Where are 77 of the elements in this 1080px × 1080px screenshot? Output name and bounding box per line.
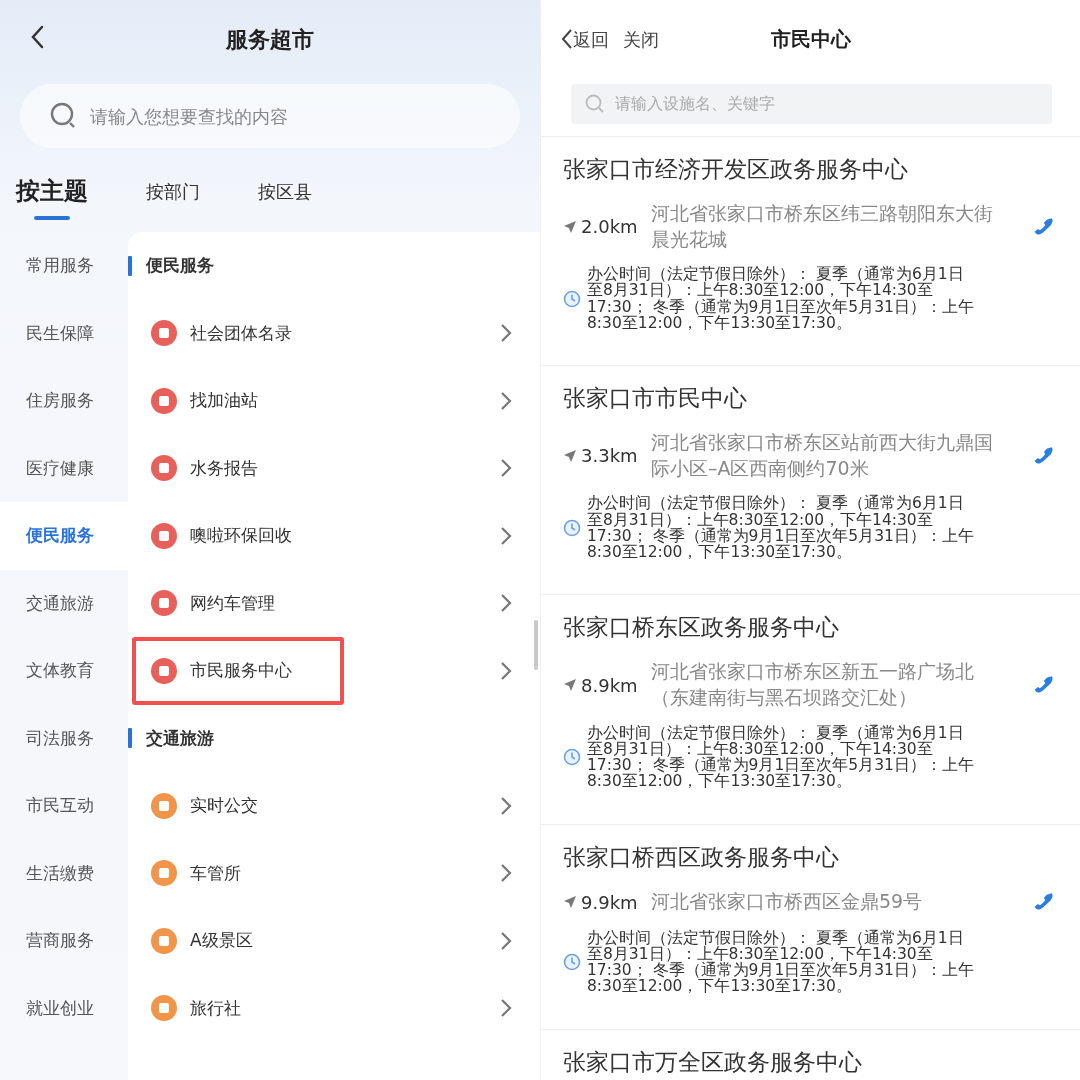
sidebar-item[interactable]: 文体教育 bbox=[0, 637, 128, 705]
distance-text: 3.3km bbox=[581, 444, 639, 469]
chevron-icon bbox=[500, 323, 512, 344]
page-title: 市民中心 bbox=[770, 27, 851, 51]
service-item[interactable]: 车管所 bbox=[128, 839, 540, 907]
sidebar-item[interactable]: 常用服务 bbox=[0, 232, 128, 300]
service-item[interactable]: 市民服务中心 bbox=[132, 637, 344, 705]
clock-icon bbox=[563, 289, 581, 308]
address-text: 河北省张家口市桥西区金鼎59号 bbox=[651, 889, 924, 915]
sidebar-item[interactable]: 生活缴费 bbox=[0, 839, 128, 907]
sidebar-item[interactable]: 便民服务 bbox=[0, 502, 128, 570]
address-text: 河北省张家口市桥东区纬三路朝阳东大街晨光花城 bbox=[651, 200, 994, 252]
service-item[interactable]: 网约车管理 bbox=[128, 569, 540, 637]
place-name[interactable]: 张家口市市民中心 bbox=[563, 384, 1056, 415]
office-hours-text: 办公时间（法定节假日除外）： 夏季（通常为6月1日至8月31日）：上午8:30至12:00，下午14:30至17:30； 冬季（通常为9月1日至次年5月31日）：上午8:30至12:00，下午13:30至17:30。 bbox=[587, 929, 975, 995]
tab[interactable]: 按区县 bbox=[258, 170, 312, 220]
section-marker bbox=[128, 255, 132, 276]
scrollbar bbox=[534, 620, 538, 670]
office-hours-text: 办公时间（法定节假日除外）： 夏季（通常为6月1日至8月31日）：上午8:30至12:00，下午14:30至17:30； 冬季（通常为9月1日至次年5月31日）：上午8:30至12:00，下午13:30至17:30。 bbox=[587, 266, 975, 332]
chevron-icon bbox=[500, 863, 512, 884]
back-button[interactable] bbox=[30, 24, 44, 49]
search-icon bbox=[585, 94, 605, 114]
office-hours-text: 办公时间（法定节假日除外）： 夏季（通常为6月1日至8月31日）：上午8:30至12:00，下午14:30至17:30； 冬季（通常为9月1日至次年5月31日）：上午8:30至12:00，下午13:30至17:30。 bbox=[587, 724, 975, 790]
back-link[interactable]: 返回 bbox=[561, 25, 609, 53]
chevron-icon bbox=[500, 930, 512, 951]
distance-text: 2.0km bbox=[581, 215, 639, 240]
back-icon bbox=[561, 28, 573, 50]
address-text: 河北省张家口市桥东区新五一路广场北（东建南街与黑石坝路交汇处） bbox=[651, 659, 975, 710]
distance-text: 9.9km bbox=[581, 890, 639, 915]
location-arrow-icon bbox=[563, 219, 577, 234]
service-item[interactable]: 旅行社 bbox=[128, 974, 540, 1042]
sidebar-item[interactable]: 司法服务 bbox=[0, 704, 128, 772]
section-marker bbox=[128, 728, 132, 749]
chevron-icon bbox=[500, 525, 512, 546]
search-bar[interactable]: 请输入设施名、关键字 bbox=[571, 84, 1052, 124]
close-link[interactable]: 关闭 bbox=[623, 25, 659, 53]
sidebar-item[interactable]: 医疗健康 bbox=[0, 434, 128, 502]
address-text: 河北省张家口市桥东区站前西大街九鼎国际小区–A区西南侧约70米 bbox=[651, 430, 994, 481]
chevron-icon bbox=[500, 795, 512, 816]
sidebar-item[interactable]: 交通旅游 bbox=[0, 569, 128, 637]
clock-icon bbox=[563, 518, 581, 537]
sidebar-item[interactable]: 民生保障 bbox=[0, 299, 128, 367]
sidebar-item[interactable]: 住房服务 bbox=[0, 367, 128, 435]
tab[interactable]: 按主题 bbox=[16, 170, 88, 220]
back-icon bbox=[30, 24, 44, 49]
place-name[interactable]: 张家口市经济开发区政务服务中心 bbox=[563, 155, 1056, 185]
service-item[interactable]: 找加油站 bbox=[128, 367, 540, 435]
service-item[interactable]: A级景区 bbox=[128, 907, 540, 975]
page-title: 服务超市 bbox=[226, 25, 314, 54]
sidebar-item[interactable]: 营商服务 bbox=[0, 907, 128, 975]
chevron-icon bbox=[500, 998, 512, 1019]
place-name[interactable]: 张家口桥东区政务服务中心 bbox=[563, 613, 1056, 644]
chevron-icon bbox=[500, 458, 512, 479]
chevron-icon[interactable] bbox=[500, 660, 512, 681]
location-arrow-icon bbox=[563, 895, 577, 910]
search-bar[interactable]: 请输入您想要查找的内容 bbox=[20, 84, 520, 148]
location-arrow-icon bbox=[563, 678, 577, 692]
service-item[interactable]: 社会团体名录 bbox=[128, 299, 540, 367]
chevron-icon bbox=[500, 390, 512, 411]
office-hours-text: 办公时间（法定节假日除外）： 夏季（通常为6月1日至8月31日）：上午8:30至12:00，下午14:30至17:30； 冬季（通常为9月1日至次年5月31日）：上午8:30至12:00，下午13:30至17:30。 bbox=[587, 495, 975, 561]
sidebar-item[interactable]: 市民互动 bbox=[0, 772, 128, 840]
tab[interactable]: 按部门 bbox=[146, 170, 200, 220]
section-heading: 交通旅游 bbox=[146, 726, 214, 750]
place-name[interactable]: 张家口市万全区政务服务中心 bbox=[563, 1047, 1056, 1078]
service-item[interactable]: 水务报告 bbox=[128, 434, 540, 502]
section-heading: 便民服务 bbox=[146, 254, 214, 277]
chevron-icon bbox=[500, 593, 512, 614]
clock-icon bbox=[563, 953, 581, 972]
place-name[interactable]: 张家口桥西区政务服务中心 bbox=[563, 842, 1056, 873]
search-field[interactable]: 请输入设施名、关键字 bbox=[613, 91, 1052, 117]
distance-text: 8.9km bbox=[581, 673, 639, 698]
sidebar-item[interactable]: 就业创业 bbox=[0, 974, 128, 1042]
location-arrow-icon bbox=[563, 448, 577, 463]
service-item[interactable]: 噢啦环保回收 bbox=[128, 502, 540, 570]
clock-icon bbox=[563, 748, 581, 767]
search-field[interactable]: 请输入您想要查找的内容 bbox=[88, 101, 520, 131]
service-item[interactable]: 实时公交 bbox=[128, 772, 540, 840]
